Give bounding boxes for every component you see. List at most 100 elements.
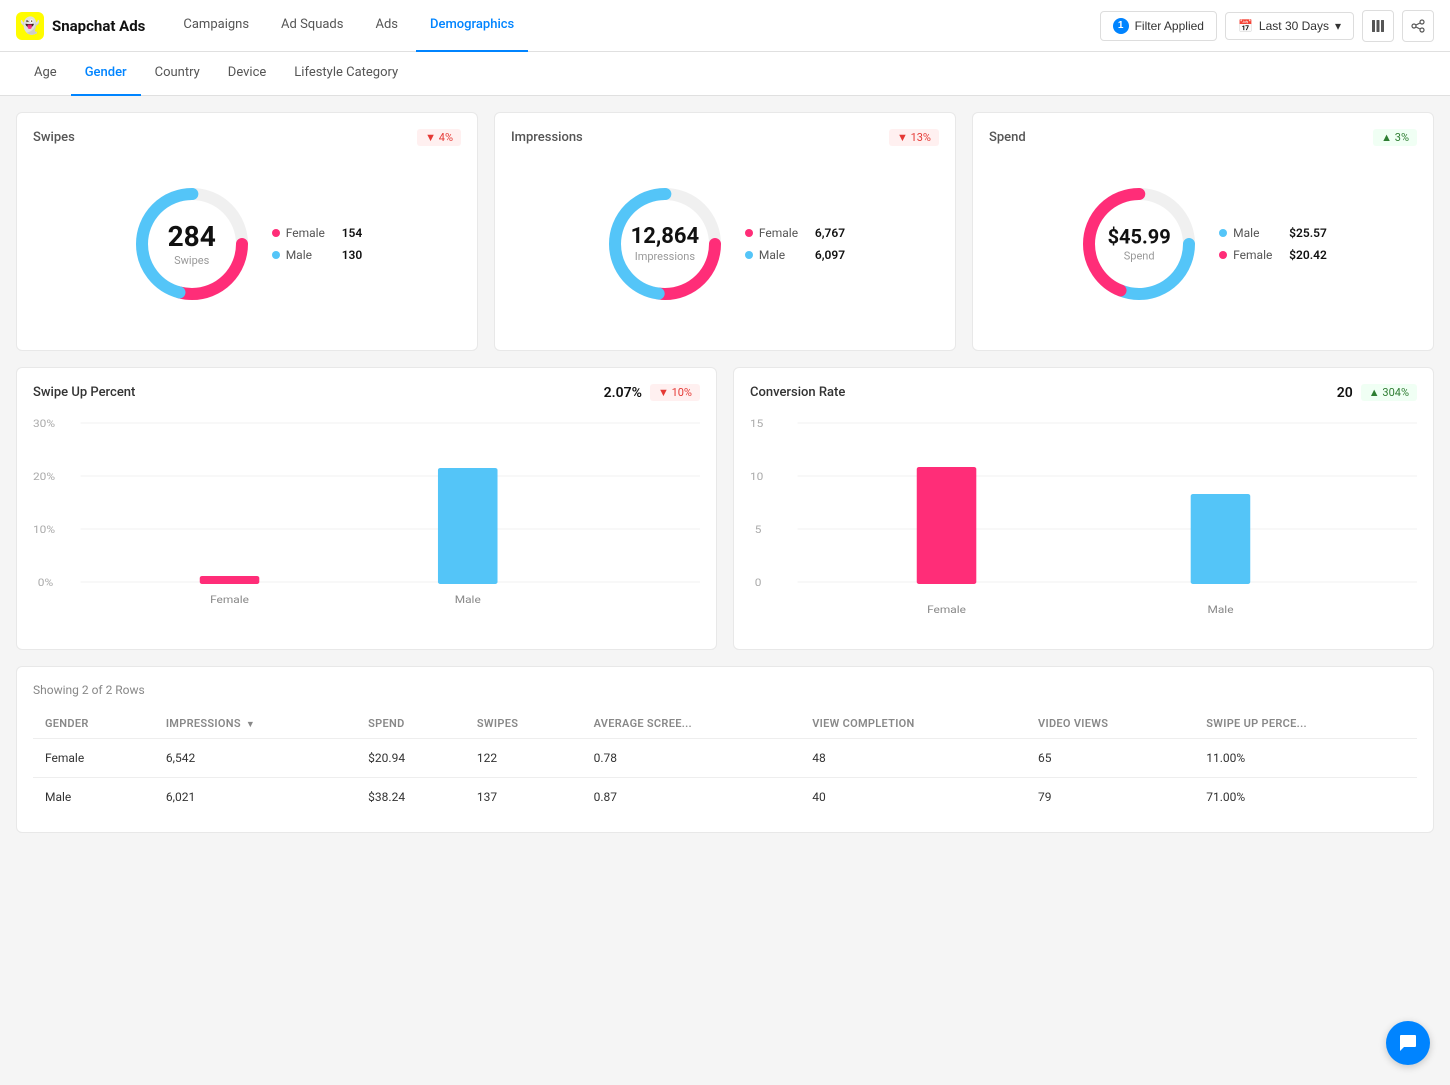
imp-male-dot <box>745 251 753 259</box>
swipes-label: Swipes <box>174 254 209 267</box>
chat-fab-button[interactable] <box>1386 1021 1430 1065</box>
imp-female-name: Female <box>759 226 809 240</box>
filter-label: Filter Applied <box>1135 19 1204 33</box>
spend-female-name: Female <box>1233 248 1283 262</box>
svg-text:5: 5 <box>755 524 762 536</box>
filter-badge: 1 <box>1113 18 1129 34</box>
table-header-row: GENDER IMPRESSIONS ▼ SPEND SWIPES AVERAG… <box>33 709 1417 739</box>
imp-male-val: 6,097 <box>815 248 845 262</box>
swipe-up-title: Swipe Up Percent <box>33 385 135 400</box>
impressions-value: 12,864 <box>631 224 700 249</box>
spend-female-legend: Female $20.42 <box>1219 248 1327 262</box>
swipe-up-chart-svg: 30% 20% 10% 0% Female Male <box>33 413 700 633</box>
spend-label: Spend <box>1124 250 1155 263</box>
impressions-card: Impressions ▼ 13% 12,864 Impressions <box>494 112 956 351</box>
swipes-female-val: 154 <box>342 226 363 240</box>
imp-female-val: 6,767 <box>815 226 845 240</box>
top-nav: 👻 Snapchat Ads Campaigns Ad Squads Ads D… <box>0 0 1450 52</box>
spend-title: Spend <box>989 130 1026 145</box>
row-male-swipes: 137 <box>465 778 582 817</box>
swipe-up-badge: ▼ 10% <box>650 384 700 401</box>
spend-badge: ▲ 3% <box>1373 129 1417 146</box>
conversion-header-right: 20 ▲ 304% <box>1337 384 1417 401</box>
swipe-up-chart-card: Swipe Up Percent 2.07% ▼ 10% 30% 20% 10% <box>16 367 717 650</box>
row-male-spend: $38.24 <box>356 778 465 817</box>
logo-area: 👻 Snapchat Ads <box>16 12 145 40</box>
tab-gender[interactable]: Gender <box>71 52 141 96</box>
impressions-legend: Female 6,767 Male 6,097 <box>745 226 845 262</box>
spend-female-val: $20.42 <box>1289 248 1327 262</box>
swipes-card: Swipes ▼ 4% 284 Swipes <box>16 112 478 351</box>
swipes-card-header: Swipes ▼ 4% <box>33 129 461 146</box>
conversion-badge: ▲ 304% <box>1361 384 1417 401</box>
spend-center: $45.99 Spend <box>1108 225 1171 264</box>
row-female-swipe-up: 11.00% <box>1194 739 1417 778</box>
swipe-up-value: 2.07% <box>604 385 642 401</box>
row-female-gender: Female <box>33 739 154 778</box>
columns-icon <box>1371 19 1385 33</box>
row-female-spend: $20.94 <box>356 739 465 778</box>
nav-ads[interactable]: Ads <box>361 0 412 52</box>
share-icon-button[interactable] <box>1402 10 1434 42</box>
swipes-badge: ▼ 4% <box>417 129 461 146</box>
metric-cards-row: Swipes ▼ 4% 284 Swipes <box>16 112 1434 351</box>
filter-button[interactable]: 1 Filter Applied <box>1100 11 1217 41</box>
impressions-card-header: Impressions ▼ 13% <box>511 129 939 146</box>
tab-lifestyle-category[interactable]: Lifestyle Category <box>280 52 412 96</box>
row-female-view-completion: 48 <box>800 739 1026 778</box>
row-male-swipe-up: 71.00% <box>1194 778 1417 817</box>
nav-campaigns[interactable]: Campaigns <box>169 0 263 52</box>
chart-row: Swipe Up Percent 2.07% ▼ 10% 30% 20% 10% <box>16 367 1434 650</box>
spend-legend: Male $25.57 Female $20.42 <box>1219 226 1327 262</box>
swipes-male-name: Male <box>286 248 336 262</box>
spend-male-dot <box>1219 229 1227 237</box>
svg-text:Female: Female <box>927 604 966 616</box>
impressions-center: 12,864 Impressions <box>631 224 700 264</box>
col-impressions[interactable]: IMPRESSIONS ▼ <box>154 709 356 739</box>
spend-card-body: $45.99 Spend Male $25.57 Female $20.42 <box>989 154 1417 334</box>
tab-device[interactable]: Device <box>214 52 281 96</box>
nav-demographics[interactable]: Demographics <box>416 0 528 52</box>
svg-text:0: 0 <box>755 577 762 589</box>
svg-text:Male: Male <box>455 594 481 606</box>
svg-text:Male: Male <box>1207 604 1233 616</box>
male-dot <box>272 251 280 259</box>
nav-ad-squads[interactable]: Ad Squads <box>267 0 357 52</box>
imp-male-name: Male <box>759 248 809 262</box>
date-range-button[interactable]: 📅 Last 30 Days ▾ <box>1225 12 1354 40</box>
nav-right: 1 Filter Applied 📅 Last 30 Days ▾ <box>1100 10 1434 42</box>
spend-donut: $45.99 Spend <box>1079 184 1199 304</box>
swipes-male-legend: Male 130 <box>272 248 363 262</box>
svg-text:Female: Female <box>210 594 249 606</box>
col-gender: GENDER <box>33 709 154 739</box>
tab-age[interactable]: Age <box>20 52 71 96</box>
svg-text:10: 10 <box>750 471 763 483</box>
main-content: Swipes ▼ 4% 284 Swipes <box>0 96 1450 849</box>
calendar-icon: 📅 <box>1238 19 1253 33</box>
sort-icon: ▼ <box>246 720 255 730</box>
date-range-label: Last 30 Days <box>1259 19 1329 33</box>
row-female-impressions: 6,542 <box>154 739 356 778</box>
share-icon <box>1411 19 1425 33</box>
tab-country[interactable]: Country <box>141 52 214 96</box>
swipe-up-chart-header: Swipe Up Percent 2.07% ▼ 10% <box>33 384 700 401</box>
svg-text:10%: 10% <box>33 524 55 536</box>
spend-value: $45.99 <box>1108 225 1171 249</box>
swipes-female-name: Female <box>286 226 336 240</box>
row-female-video-views: 65 <box>1026 739 1194 778</box>
spend-male-name: Male <box>1233 226 1283 240</box>
spend-card: Spend ▲ 3% $45.99 Spend <box>972 112 1434 351</box>
data-table: GENDER IMPRESSIONS ▼ SPEND SWIPES AVERAG… <box>33 709 1417 816</box>
table-subtitle: Showing 2 of 2 Rows <box>33 683 1417 697</box>
snapchat-logo: 👻 <box>16 12 44 40</box>
conversion-chart-card: Conversion Rate 20 ▲ 304% 15 10 5 <box>733 367 1434 650</box>
columns-icon-button[interactable] <box>1362 10 1394 42</box>
col-avg-screen: AVERAGE SCREE... <box>582 709 801 739</box>
table-row: Male 6,021 $38.24 137 0.87 40 79 71.00% <box>33 778 1417 817</box>
conversion-value: 20 <box>1337 385 1353 401</box>
chat-icon <box>1398 1033 1418 1053</box>
main-nav: Campaigns Ad Squads Ads Demographics <box>169 0 1099 52</box>
row-male-avg-screen: 0.87 <box>582 778 801 817</box>
col-swipes: SWIPES <box>465 709 582 739</box>
swipes-female-legend: Female 154 <box>272 226 363 240</box>
